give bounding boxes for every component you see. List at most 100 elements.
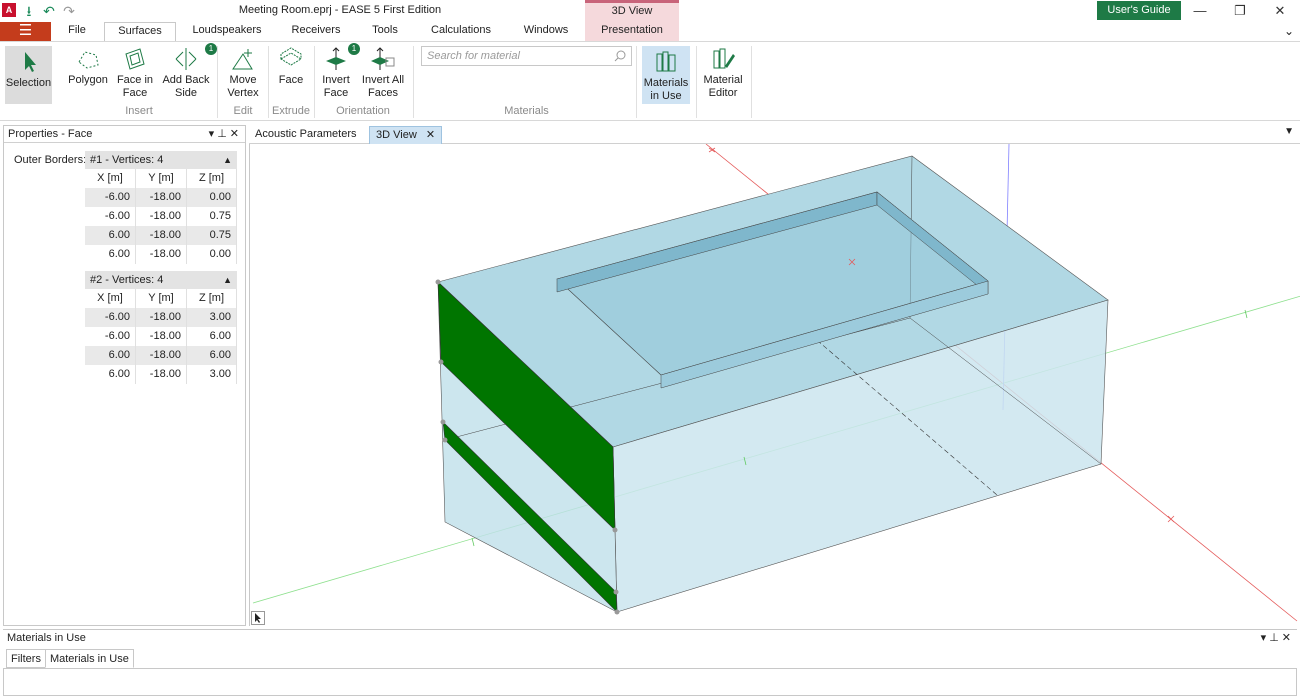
- selection-button[interactable]: Selection: [5, 46, 52, 104]
- cell-x[interactable]: -6.00: [85, 207, 136, 226]
- cell-x[interactable]: 6.00: [85, 226, 136, 245]
- window-title: Meeting Room.eprj - EASE 5 First Edition: [238, 4, 442, 16]
- invert-all-faces-button[interactable]: Invert All Faces: [360, 46, 406, 100]
- material-search-box[interactable]: [421, 46, 632, 66]
- vertices-table: #1 - Vertices: 4 ▲ X [m] Y [m] Z [m] -6.…: [85, 151, 237, 264]
- tab-receivers[interactable]: Receivers: [285, 22, 347, 41]
- face-in-face-button[interactable]: Face in Face: [115, 46, 155, 100]
- material-search-input[interactable]: [422, 47, 607, 65]
- close-button[interactable]: ✕: [1260, 0, 1300, 22]
- properties-header: Properties - Face ▾⊥✕: [4, 126, 245, 143]
- tab-materials-in-use[interactable]: Materials in Use: [44, 649, 134, 668]
- collapse-ribbon-icon[interactable]: ⌄: [1284, 24, 1294, 38]
- face-label: Face: [278, 74, 304, 86]
- invert-all-faces-icon: [371, 47, 395, 70]
- group-edit-label: Edit: [233, 105, 253, 117]
- tab-loudspeakers[interactable]: Loudspeakers: [186, 22, 268, 41]
- tab-tools[interactable]: Tools: [364, 22, 406, 41]
- tab-windows[interactable]: Windows: [516, 22, 576, 41]
- material-editor-button[interactable]: Material Editor: [700, 46, 746, 100]
- dropdown-icon[interactable]: ▾: [209, 128, 218, 140]
- title-bar: A ⭳ ↶ ↷ Meeting Room.eprj - EASE 5 First…: [0, 0, 1300, 22]
- dropdown-icon[interactable]: ▾: [1261, 632, 1270, 644]
- column-header-x: X [m]: [85, 169, 136, 188]
- material-editor-label: Material Editor: [703, 74, 743, 99]
- cell-z[interactable]: 0.00: [187, 188, 237, 207]
- polygon-button[interactable]: Polygon: [66, 46, 110, 87]
- vertices-table: #2 - Vertices: 4 ▲ X [m] Y [m] Z [m] -6.…: [85, 271, 237, 384]
- cell-z[interactable]: 3.00: [187, 308, 237, 327]
- cell-x[interactable]: 6.00: [85, 365, 136, 384]
- arrow-cursor-icon: [255, 613, 261, 623]
- invert-face-label: Invert Face: [322, 74, 350, 99]
- move-vertex-icon: [232, 49, 253, 70]
- column-header-y: Y [m]: [136, 289, 187, 308]
- border-title[interactable]: #2 - Vertices: 4 ▲: [85, 271, 237, 289]
- 3d-scene[interactable]: [250, 143, 1300, 626]
- group-materials-label: Materials: [504, 105, 549, 117]
- cell-y[interactable]: -18.00: [136, 245, 187, 264]
- cell-x[interactable]: -6.00: [85, 188, 136, 207]
- tab-surfaces[interactable]: Surfaces: [104, 22, 176, 42]
- bottom-panel-title: Materials in Use: [7, 632, 86, 644]
- cell-x[interactable]: -6.00: [85, 308, 136, 327]
- move-vertex-button[interactable]: Move Vertex: [222, 46, 264, 100]
- cell-x[interactable]: 6.00: [85, 346, 136, 365]
- cell-y[interactable]: -18.00: [136, 327, 187, 346]
- close-icon[interactable]: ✕: [1282, 632, 1294, 644]
- tab-presentation[interactable]: Presentation: [585, 22, 679, 41]
- restore-button[interactable]: ❐: [1220, 0, 1260, 22]
- cell-y[interactable]: -18.00: [136, 226, 187, 245]
- invert-face-badge: 1: [348, 43, 360, 55]
- materials-in-use-button[interactable]: Materials in Use: [642, 46, 690, 104]
- tab-acoustic-parameters[interactable]: Acoustic Parameters: [249, 126, 362, 144]
- materials-in-use-panel: Materials in Use ▾⊥✕ Filters Materials i…: [3, 629, 1297, 668]
- tabs-dropdown-icon[interactable]: ▼: [1284, 126, 1294, 137]
- materials-books-icon: [656, 51, 676, 72]
- collapse-triangle-icon[interactable]: ▲: [223, 151, 232, 169]
- menu-bar: ☰ File Surfaces Loudspeakers Receivers T…: [0, 22, 1300, 42]
- pin-icon[interactable]: ⊥: [1269, 632, 1282, 644]
- close-tab-icon[interactable]: ✕: [426, 129, 435, 141]
- search-icon[interactable]: [613, 49, 627, 63]
- extrude-face-button[interactable]: Face: [273, 46, 309, 87]
- cursor-mode-icon[interactable]: [251, 611, 265, 625]
- cell-z[interactable]: 0.75: [187, 226, 237, 245]
- cell-z[interactable]: 6.00: [187, 327, 237, 346]
- cell-y[interactable]: -18.00: [136, 308, 187, 327]
- tab-3d-view[interactable]: 3D View ✕: [369, 126, 443, 144]
- face-in-face-label: Face in Face: [116, 74, 154, 99]
- tab-file[interactable]: File: [60, 22, 94, 41]
- cell-y[interactable]: -18.00: [136, 346, 187, 365]
- collapse-triangle-icon[interactable]: ▲: [223, 271, 232, 289]
- cell-x[interactable]: -6.00: [85, 327, 136, 346]
- cell-z[interactable]: 0.75: [187, 207, 237, 226]
- add-back-side-badge: 1: [205, 43, 217, 55]
- minimize-button[interactable]: —: [1180, 0, 1220, 22]
- cell-y[interactable]: -18.00: [136, 365, 187, 384]
- users-guide-button[interactable]: User's Guide: [1097, 1, 1181, 20]
- properties-panel: Properties - Face ▾⊥✕ Outer Borders: #1 …: [3, 125, 246, 626]
- tab-calculations[interactable]: Calculations: [425, 22, 497, 41]
- group-divider: [636, 46, 637, 118]
- context-group-label: 3D View: [585, 0, 679, 22]
- add-back-side-button[interactable]: Add Back Side: [160, 46, 212, 100]
- polygon-icon: [78, 51, 99, 69]
- properties-title: Properties - Face: [8, 128, 93, 140]
- hamburger-menu-icon[interactable]: ☰: [0, 22, 51, 41]
- cell-y[interactable]: -18.00: [136, 188, 187, 207]
- cell-z[interactable]: 6.00: [187, 346, 237, 365]
- selection-label: Selection: [5, 77, 52, 89]
- cell-z[interactable]: 3.00: [187, 365, 237, 384]
- cell-x[interactable]: 6.00: [85, 245, 136, 264]
- column-header-x: X [m]: [85, 289, 136, 308]
- cell-y[interactable]: -18.00: [136, 207, 187, 226]
- border-title[interactable]: #1 - Vertices: 4 ▲: [85, 151, 237, 169]
- pin-icon[interactable]: ⊥: [217, 128, 230, 140]
- column-header-z: Z [m]: [187, 169, 237, 188]
- invert-face-button[interactable]: Invert Face: [318, 46, 354, 100]
- 3d-viewport[interactable]: [249, 143, 1300, 626]
- cell-z[interactable]: 0.00: [187, 245, 237, 264]
- tab-filters[interactable]: Filters: [6, 649, 46, 668]
- close-icon[interactable]: ✕: [230, 128, 242, 140]
